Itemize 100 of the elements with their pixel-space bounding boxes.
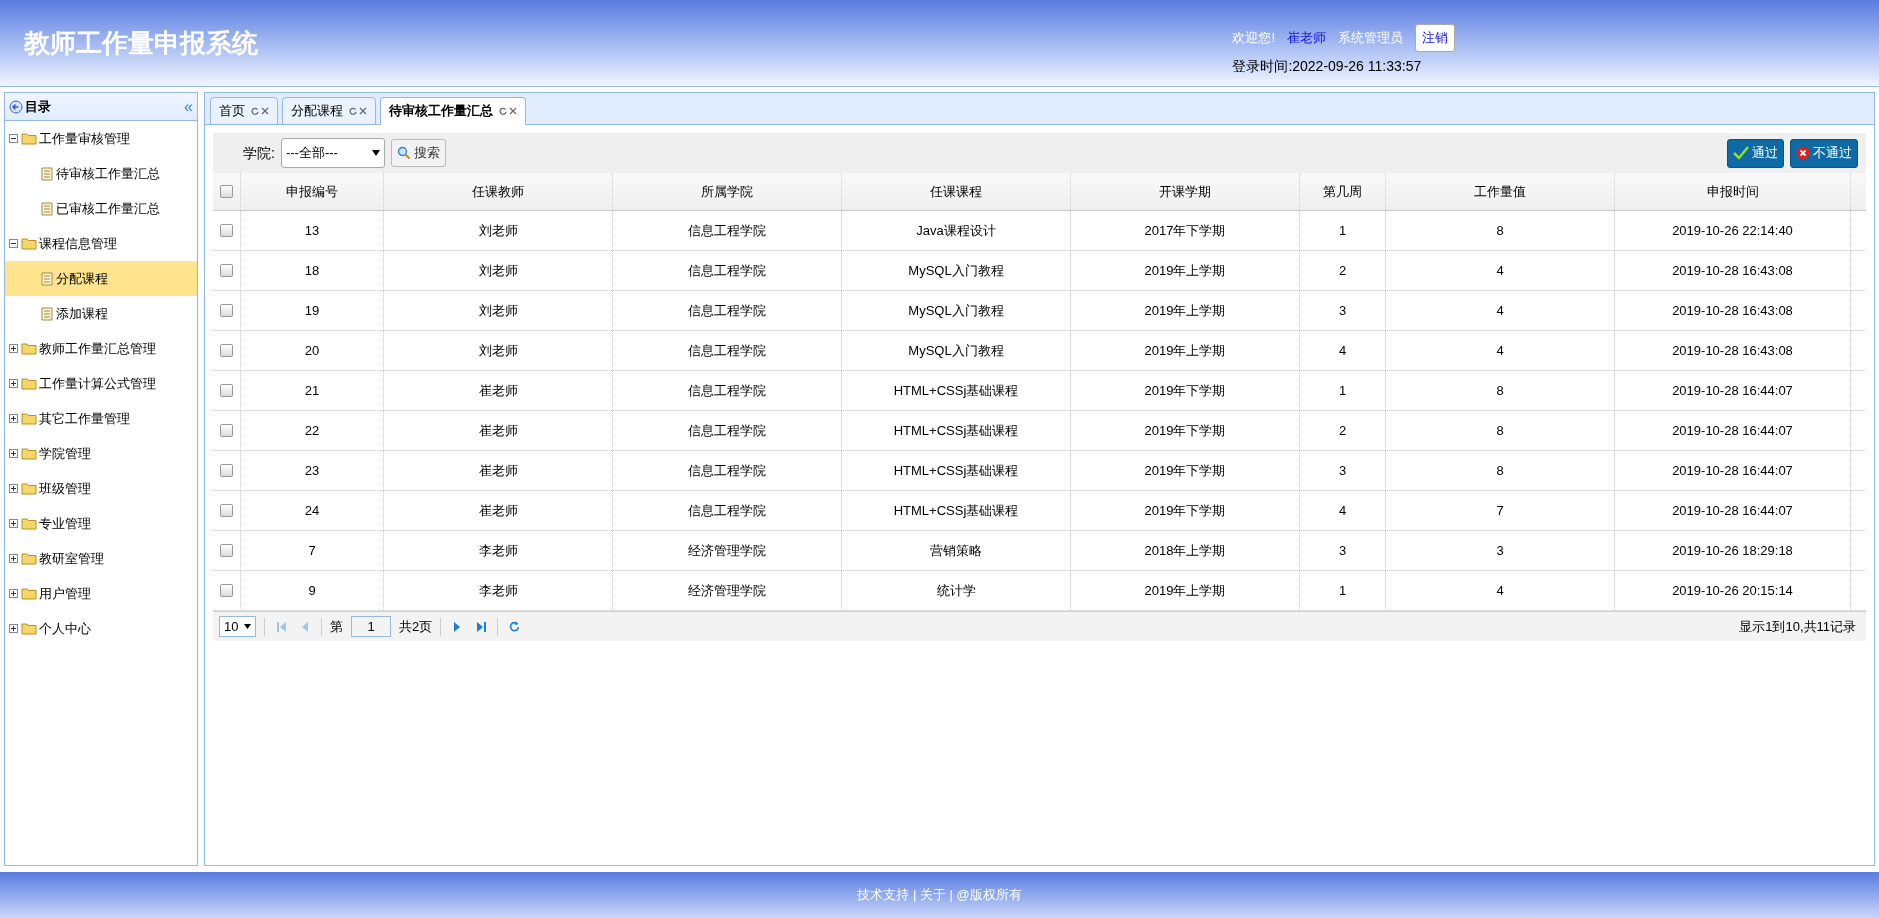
college-label: 学院: [243,143,275,163]
tree-toggle-icon[interactable] [9,519,19,528]
table-cell: 2019-10-28 16:43:08 [1615,331,1851,370]
tree-toggle-icon[interactable] [9,134,19,143]
table-cell: 2019-10-26 22:14:40 [1615,211,1851,250]
folder-icon [21,482,37,495]
tree-node[interactable]: 用户管理 [5,576,197,611]
tree-node[interactable]: 个人中心 [5,611,197,646]
table-cell: 信息工程学院 [613,331,842,370]
approve-button[interactable]: 通过 [1727,138,1784,168]
logout-button[interactable]: 注销 [1415,24,1455,52]
table-cell: 信息工程学院 [613,291,842,330]
collapse-button[interactable]: « [184,98,193,115]
table-cell: 2019年下学期 [1071,491,1300,530]
folder-icon [21,412,37,425]
column-header[interactable]: 第几周 [1300,173,1386,210]
close-icon[interactable] [509,107,517,115]
table-cell: 9 [241,571,384,610]
close-icon[interactable] [359,107,367,115]
table-cell: 7 [241,531,384,570]
tree-node[interactable]: 教研室管理 [5,541,197,576]
table-cell: 崔老师 [384,491,613,530]
column-header[interactable]: 工作量值 [1386,173,1615,210]
checkmark-icon [1733,146,1749,160]
checkbox[interactable] [220,424,233,437]
tree-toggle-icon[interactable] [9,554,19,563]
table-cell: 3 [1300,531,1386,570]
column-header[interactable]: 所属学院 [613,173,842,210]
table-cell: 刘老师 [384,291,613,330]
table-cell: 营销策略 [842,531,1071,570]
reject-button[interactable]: 不通过 [1790,138,1858,168]
checkbox[interactable] [220,544,233,557]
table-cell: 1 [1300,211,1386,250]
checkbox[interactable] [220,344,233,357]
column-header[interactable]: 申报时间 [1615,173,1851,210]
tree-leaf[interactable]: 分配课程 [5,261,197,296]
tree-toggle-icon[interactable] [9,239,19,248]
search-button[interactable]: 搜索 [390,139,446,167]
table-cell: 2019-10-28 16:43:08 [1615,291,1851,330]
checkbox[interactable] [220,264,233,277]
page-input[interactable]: 1 [351,616,391,637]
page-size-select[interactable]: 10 [219,616,256,637]
tree-node[interactable]: 班级管理 [5,471,197,506]
close-icon[interactable] [261,107,269,115]
tree-toggle-icon[interactable] [9,414,19,423]
tab[interactable]: 分配课程 [282,97,376,125]
checkbox[interactable] [220,304,233,317]
tree-leaf[interactable]: 添加课程 [5,296,197,331]
checkbox[interactable] [220,584,233,597]
column-header[interactable]: 申报编号 [241,173,384,210]
tree-toggle-icon[interactable] [9,589,19,598]
dropdown-caret-icon [244,624,251,629]
tree-node[interactable]: 专业管理 [5,506,197,541]
checkbox[interactable] [220,464,233,477]
table-cell: 19 [241,291,384,330]
tree-node[interactable]: 其它工作量管理 [5,401,197,436]
table-cell: 22 [241,411,384,450]
tree-node[interactable]: 工作量审核管理 [5,121,197,156]
table-cell: 18 [241,251,384,290]
refresh-icon[interactable] [251,107,259,115]
column-header[interactable]: 任课教师 [384,173,613,210]
tree-toggle-icon[interactable] [9,379,19,388]
tab[interactable]: 待审核工作量汇总 [380,97,526,125]
table-cell: 13 [241,211,384,250]
college-select[interactable]: ---全部--- [280,138,385,168]
sidebar-title: 目录 [25,97,51,116]
tree-toggle-icon[interactable] [9,484,19,493]
checkbox[interactable] [220,384,233,397]
table-cell: 4 [1386,331,1615,370]
refresh-icon[interactable] [499,107,507,115]
checkbox[interactable] [220,185,233,198]
table-cell: 刘老师 [384,211,613,250]
tree-node[interactable]: 教师工作量汇总管理 [5,331,197,366]
checkbox[interactable] [220,224,233,237]
table-cell: 1 [1300,571,1386,610]
checkbox[interactable] [220,504,233,517]
tab[interactable]: 首页 [210,97,278,125]
column-header[interactable]: 任课课程 [842,173,1071,210]
tree-toggle-icon[interactable] [9,449,19,458]
table-cell: 2019-10-26 18:29:18 [1615,531,1851,570]
tree-node[interactable]: 课程信息管理 [5,226,197,261]
role-text: 系统管理员 [1338,29,1403,47]
user-link[interactable]: 崔老师 [1287,28,1326,48]
tree-toggle-icon[interactable] [9,624,19,633]
refresh-icon[interactable] [349,107,357,115]
table-cell: 1 [1300,371,1386,410]
tree-leaf[interactable]: 待审核工作量汇总 [5,156,197,191]
table-cell: 信息工程学院 [613,491,842,530]
tree-node[interactable]: 学院管理 [5,436,197,471]
table-cell: 李老师 [384,571,613,610]
app-title: 教师工作量申报系统 [24,27,258,60]
table-cell: 崔老师 [384,411,613,450]
table-cell: 20 [241,331,384,370]
table-cell: 24 [241,491,384,530]
tree-toggle-icon[interactable] [9,344,19,353]
table-cell: 4 [1386,571,1615,610]
table-cell: HTML+CSSj基础课程 [842,491,1071,530]
tree-node[interactable]: 工作量计算公式管理 [5,366,197,401]
column-header[interactable]: 开课学期 [1071,173,1300,210]
tree-leaf[interactable]: 已审核工作量汇总 [5,191,197,226]
